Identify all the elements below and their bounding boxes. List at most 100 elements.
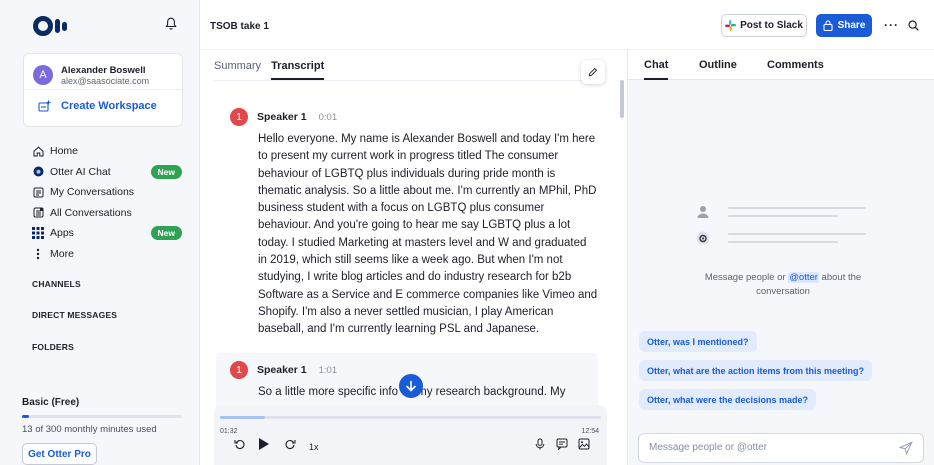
chat-pane: Chat Outline Comments Message people or … <box>628 50 934 465</box>
suggestion-chip[interactable]: Otter, what are the action items from th… <box>639 360 873 381</box>
sidebar-item-home[interactable]: Home <box>32 141 182 162</box>
sidebar-item-label: My Conversations <box>50 186 135 199</box>
segment-text[interactable]: Hello everyone. My name is Alexander Bos… <box>258 131 598 339</box>
segment-timestamp[interactable]: 1:01 <box>319 365 338 376</box>
tab-chat[interactable]: Chat <box>644 59 669 80</box>
sidebar-item-label: Apps <box>50 227 74 240</box>
conversations-icon <box>32 186 44 198</box>
bell-icon[interactable] <box>165 17 177 30</box>
post-to-slack-label: Post to Slack <box>740 20 803 31</box>
more-options-icon[interactable]: ··· <box>884 18 899 32</box>
person-icon <box>696 205 710 219</box>
otter-avatar-icon <box>696 231 710 245</box>
get-otter-pro-button[interactable]: Get Otter Pro <box>22 443 97 465</box>
workspace-add-icon <box>38 100 51 112</box>
comments-icon[interactable] <box>556 438 568 450</box>
speaker-avatar: 1 <box>230 108 248 126</box>
chat-tabs: Chat Outline Comments <box>628 50 934 80</box>
sidebar-item-label: Otter AI Chat <box>50 165 111 178</box>
home-icon <box>32 145 44 157</box>
sidebar: A Alexander Boswell alex@saasociate.com … <box>0 0 200 465</box>
sidebar-item-otter-ai-chat[interactable]: Otter AI Chat New <box>32 162 182 183</box>
apps-grid-icon <box>32 227 44 240</box>
segment-text[interactable]: So a little more specific info on my res… <box>258 384 598 401</box>
suggestion-chip[interactable]: Otter, what were the decisions made? <box>639 389 817 410</box>
arrow-down-icon <box>405 380 417 392</box>
new-badge: New <box>150 226 182 241</box>
share-label: Share <box>837 20 866 31</box>
suggestion-chip[interactable]: Otter, was I mentioned? <box>639 331 757 352</box>
usage-text: 13 of 300 monthly minutes used <box>22 424 157 435</box>
image-icon[interactable] <box>578 438 590 450</box>
account-card: A Alexander Boswell alex@saasociate.com … <box>23 53 183 127</box>
chat-input-box <box>638 433 924 463</box>
transcript-segment[interactable]: 1 Speaker 1 0:01 Hello everyone. My name… <box>216 100 598 347</box>
new-badge: New <box>150 164 182 179</box>
edit-transcript-button[interactable] <box>581 60 605 84</box>
slack-icon <box>725 20 737 31</box>
playback-progress-fill <box>220 416 266 419</box>
lock-icon <box>823 20 833 31</box>
current-time: 01:32 <box>220 428 238 435</box>
tab-transcript[interactable]: Transcript <box>271 60 325 80</box>
folders-section-header[interactable]: FOLDERS <box>32 342 74 352</box>
chat-placeholder-row <box>696 231 866 245</box>
plan-usage: Basic (Free) 13 of 300 monthly minutes u… <box>22 397 187 435</box>
usage-progress-bar <box>22 415 182 418</box>
otter-logo[interactable] <box>33 16 67 36</box>
sidebar-item-label: More <box>50 247 74 260</box>
content-tabs: Summary Transcript <box>214 60 325 80</box>
more-vertical-icon <box>32 248 44 260</box>
create-workspace-button[interactable]: Create Workspace <box>24 90 182 112</box>
all-conversations-icon <box>32 207 44 219</box>
scroll-to-current-button[interactable] <box>399 374 423 398</box>
sidebar-item-label: All Conversations <box>50 206 132 219</box>
speaker-avatar: 1 <box>230 361 248 379</box>
rewind-icon[interactable] <box>234 438 246 450</box>
usage-progress-fill <box>22 415 29 418</box>
chat-input[interactable] <box>649 442 879 453</box>
playback-speed-button[interactable]: 1x <box>309 442 319 452</box>
direct-messages-section-header[interactable]: DIRECT MESSAGES <box>32 310 117 320</box>
tab-outline[interactable]: Outline <box>699 59 737 71</box>
post-to-slack-button[interactable]: Post to Slack <box>721 14 807 37</box>
send-icon[interactable] <box>899 441 913 455</box>
voice-icon[interactable] <box>534 438 546 450</box>
forward-icon[interactable] <box>284 438 296 450</box>
channels-section-header[interactable]: CHANNELS <box>32 279 81 289</box>
top-bar: TSOB take 1 Post to Slack Share ··· <box>200 0 934 50</box>
meeting-title[interactable]: TSOB take 1 <box>210 21 269 32</box>
sidebar-nav: Home Otter AI Chat New My Conversations … <box>32 141 182 264</box>
sidebar-item-apps[interactable]: Apps New <box>32 223 182 244</box>
search-icon[interactable] <box>908 20 919 31</box>
pencil-icon <box>588 67 598 77</box>
playback-progress-bar[interactable] <box>220 416 601 419</box>
chat-placeholder-row <box>696 205 866 219</box>
tab-summary[interactable]: Summary <box>214 60 261 80</box>
segment-timestamp[interactable]: 0:01 <box>319 112 338 123</box>
sidebar-item-all-conversations[interactable]: All Conversations <box>32 203 182 224</box>
play-icon[interactable] <box>258 437 270 451</box>
audio-player: 01:32 12:54 1x <box>214 405 607 465</box>
user-name: Alexander Boswell <box>61 64 146 76</box>
tab-divider <box>214 80 604 81</box>
sidebar-item-my-conversations[interactable]: My Conversations <box>32 182 182 203</box>
chat-empty-message: Message people or @otter about the conve… <box>688 271 878 299</box>
plan-title: Basic (Free) <box>22 397 80 408</box>
total-time: 12:54 <box>581 428 599 435</box>
speaker-name[interactable]: Speaker 1 <box>257 364 307 376</box>
transcript-pane: Summary Transcript 1 Speaker 1 0:01 Hell… <box>200 50 628 465</box>
share-button[interactable]: Share <box>816 14 872 37</box>
sidebar-item-label: Home <box>50 145 79 158</box>
transcript-scrollbar[interactable] <box>620 80 624 118</box>
otter-chat-icon <box>32 166 44 178</box>
tab-comments[interactable]: Comments <box>767 59 824 71</box>
empty-message-text: Message people or <box>704 272 789 283</box>
otter-mention: @otter <box>788 272 819 283</box>
account-switcher[interactable]: A Alexander Boswell alex@saasociate.com <box>24 54 182 90</box>
speaker-name[interactable]: Speaker 1 <box>257 111 307 123</box>
avatar: A <box>33 65 53 85</box>
create-workspace-label: Create Workspace <box>61 100 157 112</box>
user-email: alex@saasociate.com <box>61 75 150 86</box>
sidebar-item-more[interactable]: More <box>32 244 182 265</box>
